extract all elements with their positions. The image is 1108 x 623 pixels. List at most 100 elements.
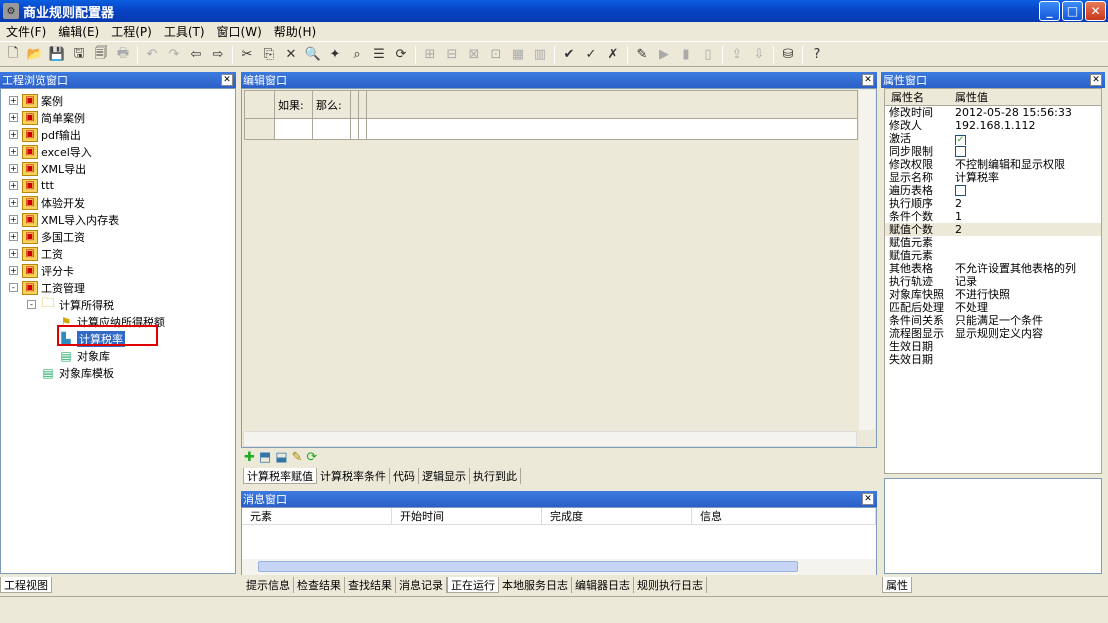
tab-project-view[interactable]: 工程视图 bbox=[0, 577, 52, 593]
rule5-icon[interactable]: ▦ bbox=[507, 45, 529, 65]
check2-icon[interactable]: ✓ bbox=[580, 45, 602, 65]
message-tab[interactable]: 消息记录 bbox=[396, 577, 447, 593]
tree-item[interactable]: + ▣ 案例 bbox=[9, 92, 235, 109]
delete-icon[interactable]: ✕ bbox=[280, 45, 302, 65]
message-tab[interactable]: 编辑器日志 bbox=[572, 577, 634, 593]
close-button[interactable]: ✕ bbox=[1085, 1, 1106, 21]
rule4-icon[interactable]: ⊡ bbox=[485, 45, 507, 65]
editor-horizontal-scrollbar[interactable] bbox=[243, 431, 857, 447]
app-icon[interactable]: ⚙ bbox=[3, 3, 19, 19]
db-icon[interactable]: ⛁ bbox=[777, 45, 799, 65]
expand-icon[interactable]: + bbox=[9, 181, 18, 190]
property-value[interactable]: 不处理 bbox=[951, 301, 1101, 314]
property-value[interactable]: 不进行快照 bbox=[951, 288, 1101, 301]
save-icon[interactable]: 💾 bbox=[46, 45, 68, 65]
message-tab[interactable]: 检查结果 bbox=[294, 577, 345, 593]
expand-icon[interactable]: + bbox=[9, 249, 18, 258]
tree-item[interactable]: + ▣ excel导入 bbox=[9, 143, 235, 160]
back-icon[interactable]: ⇦ bbox=[185, 45, 207, 65]
property-row[interactable]: 生效日期 bbox=[885, 340, 1101, 353]
edit-icon[interactable]: ✎ bbox=[631, 45, 653, 65]
chart2-icon[interactable]: ▯ bbox=[697, 45, 719, 65]
grid-cell[interactable] bbox=[359, 119, 367, 139]
collapse-icon[interactable]: - bbox=[27, 300, 36, 309]
property-row[interactable]: 执行轨迹 记录 bbox=[885, 275, 1101, 288]
grid-row-header[interactable] bbox=[245, 119, 275, 139]
property-value[interactable]: 只能满足一个条件 bbox=[951, 314, 1101, 327]
cut-icon[interactable]: ✂ bbox=[236, 45, 258, 65]
tree-item[interactable]: + ▣ 评分卡 bbox=[9, 262, 235, 279]
play-icon[interactable]: ▶ bbox=[653, 45, 675, 65]
tree-item[interactable]: ▤ 对象库 bbox=[9, 347, 235, 364]
tree-item[interactable]: + ▣ XML导出 bbox=[9, 160, 235, 177]
tree-item[interactable]: - 🗀 计算所得税 bbox=[9, 296, 235, 313]
undo-icon[interactable]: ↶ bbox=[141, 45, 163, 65]
collapse-icon[interactable]: - bbox=[9, 283, 18, 292]
message-panel-close-button[interactable]: ✕ bbox=[862, 493, 874, 505]
rule2-icon[interactable]: ⊟ bbox=[441, 45, 463, 65]
properties-panel-close-button[interactable]: ✕ bbox=[1090, 74, 1102, 86]
chart1-icon[interactable]: ▮ bbox=[675, 45, 697, 65]
tree-item[interactable]: + ▣ 多国工资 bbox=[9, 228, 235, 245]
print-icon[interactable]: 🖶 bbox=[112, 45, 134, 65]
open-folder-icon[interactable]: 📂 bbox=[24, 45, 46, 65]
tree-item[interactable]: + ▣ ttt bbox=[9, 177, 235, 194]
property-row[interactable]: 条件个数 1 bbox=[885, 210, 1101, 223]
grid-cell[interactable] bbox=[275, 119, 313, 139]
expand-icon[interactable]: + bbox=[9, 266, 18, 275]
property-row[interactable]: 同步限制 bbox=[885, 145, 1101, 158]
menu-edit[interactable]: 编辑(E) bbox=[52, 23, 105, 40]
tab-properties[interactable]: 属性 bbox=[882, 577, 912, 593]
property-row[interactable]: 赋值元素 bbox=[885, 249, 1101, 262]
message-tab[interactable]: 查找结果 bbox=[345, 577, 396, 593]
menu-file[interactable]: 文件(F) bbox=[0, 23, 52, 40]
forward-icon[interactable]: ⇨ bbox=[207, 45, 229, 65]
property-row[interactable]: 修改时间 2012-05-28 15:56:33 bbox=[885, 106, 1101, 119]
grid-cell[interactable] bbox=[351, 119, 359, 139]
project-panel-close-button[interactable]: ✕ bbox=[221, 74, 233, 86]
property-row[interactable]: 修改人 192.168.1.112 bbox=[885, 119, 1101, 132]
property-row[interactable]: 遍历表格 bbox=[885, 184, 1101, 197]
property-row[interactable]: 激活 ✓ bbox=[885, 132, 1101, 145]
editor-tab[interactable]: 计算税率条件 bbox=[317, 468, 390, 484]
scroll-thumb[interactable] bbox=[258, 561, 798, 572]
expand-icon[interactable]: + bbox=[9, 96, 18, 105]
property-value[interactable]: 显示规则定义内容 bbox=[951, 327, 1101, 340]
property-value[interactable] bbox=[951, 249, 1101, 262]
msg-col-start-time[interactable]: 开始时间 bbox=[392, 508, 542, 524]
property-row[interactable]: 执行顺序 2 bbox=[885, 197, 1101, 210]
expand-icon[interactable]: + bbox=[9, 147, 18, 156]
property-row[interactable]: 赋值元素 bbox=[885, 236, 1101, 249]
properties-icon[interactable]: ☰ bbox=[368, 45, 390, 65]
msg-col-info[interactable]: 信息 bbox=[692, 508, 876, 524]
property-value[interactable]: 计算税率 bbox=[951, 171, 1101, 184]
menu-tools[interactable]: 工具(T) bbox=[158, 23, 211, 40]
menu-window[interactable]: 窗口(W) bbox=[211, 23, 268, 40]
property-row[interactable]: 失效日期 bbox=[885, 353, 1101, 366]
checkbox-unchecked[interactable] bbox=[955, 185, 966, 196]
expand-icon[interactable]: + bbox=[9, 164, 18, 173]
import-icon[interactable]: ⇩ bbox=[748, 45, 770, 65]
disk-icon[interactable]: 🖫 bbox=[68, 45, 90, 65]
new-file-icon[interactable]: 🗋 bbox=[2, 45, 24, 65]
editor-tab[interactable]: 执行到此 bbox=[470, 468, 521, 484]
property-value[interactable] bbox=[951, 353, 1101, 366]
tree-item[interactable]: + ▣ 简单案例 bbox=[9, 109, 235, 126]
tree-item[interactable]: + ▣ 工资 bbox=[9, 245, 235, 262]
refresh-icon[interactable]: ⟳ bbox=[306, 450, 317, 465]
new-icon[interactable]: ✎ bbox=[292, 450, 303, 465]
property-value[interactable]: 2 bbox=[951, 223, 1101, 236]
menu-help[interactable]: 帮助(H) bbox=[268, 23, 322, 40]
redo-icon[interactable]: ↷ bbox=[163, 45, 185, 65]
export-icon[interactable]: ⬓ bbox=[275, 450, 287, 465]
property-value[interactable]: 2 bbox=[951, 197, 1101, 210]
editor-vertical-scrollbar[interactable] bbox=[859, 90, 875, 430]
editor-tab[interactable]: 代码 bbox=[390, 468, 419, 484]
expand-icon[interactable]: + bbox=[9, 215, 18, 224]
property-row[interactable]: 其他表格 不允许设置其他表格的列 bbox=[885, 262, 1101, 275]
open-icon[interactable]: ⬒ bbox=[259, 450, 271, 465]
editor-tab[interactable]: 逻辑显示 bbox=[419, 468, 470, 484]
expand-icon[interactable]: + bbox=[9, 130, 18, 139]
message-tab[interactable]: 提示信息 bbox=[243, 577, 294, 593]
property-value[interactable]: 不控制编辑和显示权限 bbox=[951, 158, 1101, 171]
